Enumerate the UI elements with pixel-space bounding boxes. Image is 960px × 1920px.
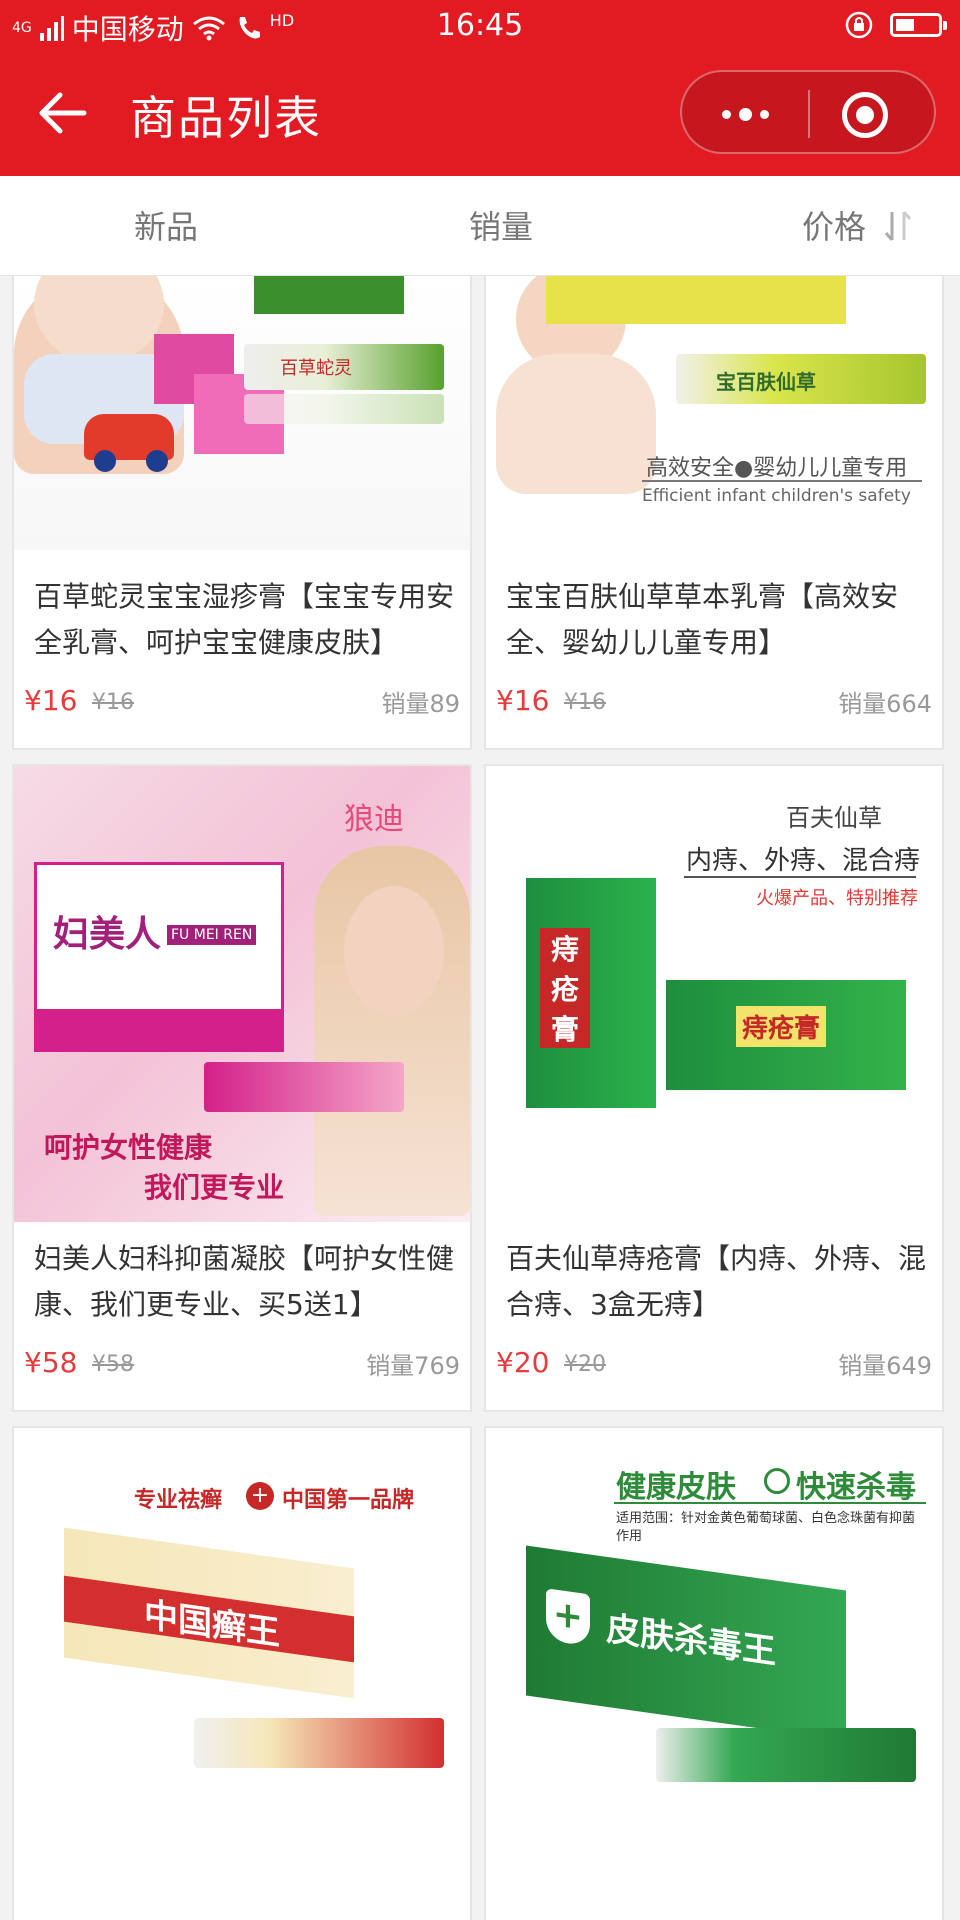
sort-tab-price[interactable]: 价格 [802,202,866,248]
cream-tube [194,1718,444,1768]
nav-bar: 商品列表 [0,50,960,176]
slogan-underline [684,876,916,878]
sort-arrows-icon[interactable] [880,206,916,246]
product-name: 百夫仙草痔疮膏【内痔、外痔、混合痔、3盒无痔】 [506,1242,927,1321]
brand-name: 百夫仙草 [786,804,882,832]
sort-bar: 新品 销量 价格 [0,176,960,276]
plus-badge-icon: + [246,1482,274,1510]
product-image: 百草蛇灵 [14,276,470,550]
original-price: ¥58 [92,1352,134,1377]
more-dots-icon[interactable] [710,94,780,134]
image-slogan: 健康皮肤 [616,1470,736,1505]
back-arrow-icon[interactable] [36,86,90,140]
cream-tube: 宝百肤仙草 [676,354,926,404]
box-title: 妇美人 [53,914,162,955]
image-tagline: 火爆产品、特别推荐 [756,888,918,909]
box-label: 皮肤杀毒王 [606,1608,776,1673]
image-slogan: 快速杀毒 [796,1470,916,1505]
mini-program-capsule [680,70,936,154]
original-price: ¥16 [92,690,134,715]
sales-count: 销量89 [381,690,460,718]
product-card[interactable]: 狼迪 妇美人 FU MEI REN 呵护女性健康 我们更专业 妇美人妇科抑菌凝胶… [12,764,472,1412]
product-price: ¥16 [496,684,550,717]
product-name: 宝宝百肤仙草草本乳膏【高效安全、婴幼儿儿童专用】 [506,580,899,659]
original-price: ¥16 [564,690,606,715]
product-box-flat: 痔疮膏 [666,980,906,1090]
battery-icon [890,13,947,37]
box-label: 痔疮膏 [540,928,590,1048]
shield-cross-icon: + [546,1588,590,1647]
product-card[interactable]: 宝百肤仙草 高效安全●婴幼儿儿童专用 Efficient infant chil… [484,276,944,750]
tube-label: 宝百肤仙草 [716,370,816,394]
image-slogan: 我们更专业 [144,1171,285,1204]
product-image: 宝百肤仙草 高效安全●婴幼儿儿童专用 Efficient infant chil… [486,276,942,550]
product-name: 妇美人妇科抑菌凝胶【呵护女性健康、我们更专业、买5送1】 [34,1242,455,1321]
product-image: 健康皮肤 快速杀毒 适用范围：针对金黄色葡萄球菌、白色念珠菌有抑菌作用 + 皮肤… [486,1428,942,1884]
product-box: 痔疮膏 [526,878,656,1108]
slogan-underline [614,1502,926,1504]
image-slogan-en: Efficient infant children's safety [642,486,911,506]
product-box [254,276,404,314]
product-card[interactable]: 百草蛇灵 百草蛇灵宝宝湿疹膏【宝宝专用安全乳膏、呵护宝宝健康皮肤】 ¥16 ¥1… [12,276,472,750]
sort-tab-new[interactable]: 新品 [134,202,198,248]
product-price: ¥20 [496,1346,550,1379]
box-label: 中国癣王 [144,1594,280,1654]
page-title: 商品列表 [130,91,322,145]
brand-mark: 狼迪 [344,802,404,837]
product-image: 狼迪 妇美人 FU MEI REN 呵护女性健康 我们更专业 [14,766,470,1222]
product-box [546,276,846,324]
product-box: 妇美人 FU MEI REN [34,862,284,1052]
product-price: ¥16 [24,684,78,717]
rotation-lock-icon [845,11,873,39]
image-slogan: 呵护女性健康 [44,1131,213,1164]
product-card[interactable]: 专业祛癣 + 中国第一品牌 中国癣王 [12,1426,472,1920]
toy-car-wheel [146,450,168,472]
tube-reflection [244,394,444,424]
product-box: 中国癣王 [64,1527,354,1699]
sales-count: 销量649 [838,1352,932,1380]
image-slogan: 内痔、外痔、混合痔 [686,846,921,876]
status-bar: 4G 中国移动 HD 16:45 [0,0,960,50]
product-image: 百夫仙草 内痔、外痔、混合痔 火爆产品、特别推荐 痔疮膏 痔疮膏 [486,766,942,1222]
slogan-underline [642,480,922,482]
image-slogan: 高效安全●婴幼儿儿童专用 [646,456,908,481]
status-time: 16:45 [436,8,524,43]
usage-text: 适用范围：针对金黄色葡萄球菌、白色念珠菌有抑菌作用 [616,1511,916,1544]
image-slogan: 中国第一品牌 [282,1488,415,1513]
product-grid: 百草蛇灵 百草蛇灵宝宝湿疹膏【宝宝专用安全乳膏、呵护宝宝健康皮肤】 ¥16 ¥1… [0,276,960,1920]
box-stripe [37,1009,281,1049]
box-subtitle: FU MEI REN [167,925,257,945]
sales-count: 销量769 [366,1352,460,1380]
tube-label: 百草蛇灵 [280,358,352,379]
box-label: 痔疮膏 [736,1006,827,1047]
original-price: ¥20 [564,1352,606,1377]
sort-tab-sales[interactable]: 销量 [469,202,533,248]
close-target-icon[interactable] [842,92,888,138]
product-name: 百草蛇灵宝宝湿疹膏【宝宝专用安全乳膏、呵护宝宝健康皮肤】 [34,580,455,659]
toy-car-wheel [94,450,116,472]
app-header: 4G 中国移动 HD 16:45 商品列表 [0,0,960,176]
product-image: 专业祛癣 + 中国第一品牌 中国癣王 [14,1428,470,1884]
status-right [844,10,947,40]
product-price: ¥58 [24,1346,78,1379]
cream-tube: 百草蛇灵 [244,344,444,390]
product-card[interactable]: 百夫仙草 内痔、外痔、混合痔 火爆产品、特别推荐 痔疮膏 痔疮膏 百夫仙草痔疮膏… [484,764,944,1412]
gel-tube [204,1062,404,1112]
sales-count: 销量664 [838,690,932,718]
product-box: + 皮肤杀毒王 [526,1545,846,1741]
model-face [344,886,444,1016]
product-card[interactable]: 健康皮肤 快速杀毒 适用范围：针对金黄色葡萄球菌、白色念珠菌有抑菌作用 + 皮肤… [484,1426,944,1920]
capsule-divider [808,90,810,138]
lightning-circle-icon [764,1468,790,1494]
baby-figure [496,354,656,494]
cream-tube [656,1728,916,1782]
image-slogan: 专业祛癣 [134,1488,223,1513]
